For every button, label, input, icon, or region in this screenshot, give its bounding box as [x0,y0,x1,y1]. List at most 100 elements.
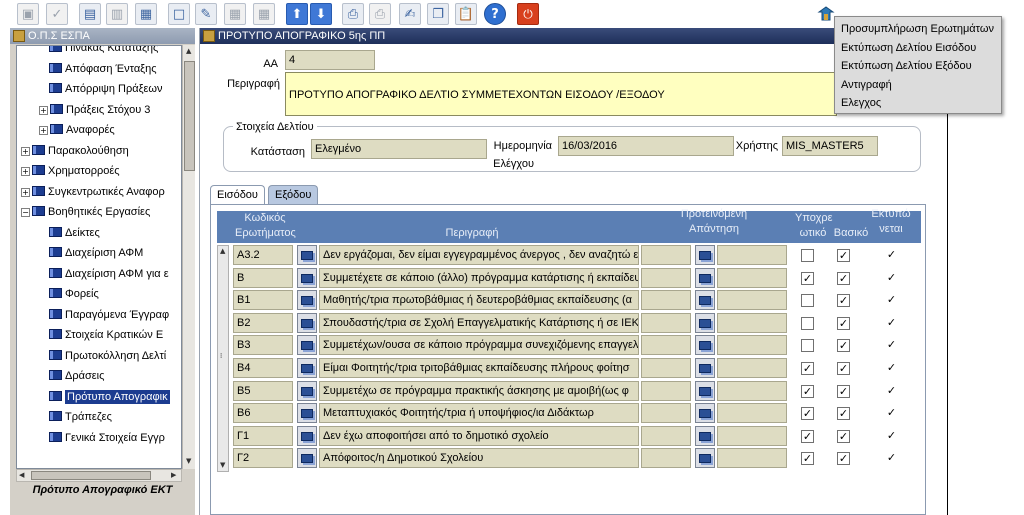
question-description-field[interactable]: Μαθητής/τρια πρωτοβάθμιας ή δευτεροβάθμι… [319,290,639,310]
lov-button[interactable] [297,426,317,446]
lov-button[interactable] [695,290,715,310]
proposed-answer-field[interactable] [717,290,787,310]
lov-button[interactable] [297,245,317,265]
nav-tree-item[interactable]: Πρότυπο Απογραφικ [49,387,170,407]
lov-button[interactable] [695,381,715,401]
lov-button[interactable] [297,313,317,333]
edit-document-icon[interactable]: ✍ [399,3,421,25]
question-code-field[interactable]: Β6 [233,403,293,423]
lov-button[interactable] [297,381,317,401]
question-description-field[interactable]: Δεν έχω αποφοιτήσει από το δημοτικό σχολ… [319,426,639,446]
nav-tree-item[interactable]: − Βοηθητικές Εργασίες [21,202,150,222]
nav-tree-item[interactable]: + Πράξεις Στόχου 3 [39,100,150,120]
printed-checkbox[interactable]: ✓ [885,452,898,465]
menu-item[interactable]: Εκτύπωση Δελτίου Εισόδου [841,39,976,57]
basic-checkbox[interactable]: ✓ [837,385,850,398]
question-description-extra-field[interactable] [641,381,691,401]
nav-tree-item[interactable]: Διαχείριση ΑΦΜ για ε [49,264,169,284]
printed-checkbox[interactable]: ✓ [885,430,898,443]
collapse-icon[interactable]: − [21,208,30,217]
question-description-extra-field[interactable] [641,290,691,310]
exit-icon[interactable]: ⏻ [517,3,539,25]
scroll-down-icon[interactable]: ▼ [220,461,225,469]
expand-icon[interactable]: + [21,187,30,197]
question-description-extra-field[interactable] [641,268,691,288]
mandatory-checkbox[interactable]: ✓ [801,385,814,398]
proposed-answer-field[interactable] [717,358,787,378]
delete-record-icon[interactable]: ▥ [106,3,128,25]
tools-icon[interactable] [816,4,836,24]
question-code-field[interactable]: Β2 [233,313,293,333]
question-description-field[interactable]: Συμμετέχετε σε κάποιο (άλλο) πρόγραμμα κ… [319,268,639,288]
duplicate-record-icon[interactable]: ▦ [135,3,157,25]
question-description-field[interactable]: Σπουδαστής/τρια σε Σχολή Επαγγελματικής … [319,313,639,333]
status-field[interactable]: Ελεγμένο [311,139,487,159]
lov-button[interactable] [297,268,317,288]
tab-exit[interactable]: Εξόδου [268,185,319,204]
print-icon[interactable]: ⎙ [342,3,364,25]
basic-checkbox[interactable]: ✓ [837,339,850,352]
nav-tree-item[interactable]: + Συγκεντρωτικές Αναφορ [21,182,165,202]
expand-icon[interactable]: + [21,146,30,156]
question-code-field[interactable]: Γ1 [233,426,293,446]
question-description-field[interactable]: Συμμετέχων/ουσα σε κάποιο πρόγραμμα συνε… [319,335,639,355]
question-description-field[interactable]: Είμαι Φοιτητής/τρια τριτοβάθμιας εκπαίδε… [319,358,639,378]
tab-entry[interactable]: Εισόδου [210,185,265,204]
lov-button[interactable] [297,335,317,355]
printed-checkbox[interactable]: ✓ [885,249,898,262]
question-code-field[interactable]: Β1 [233,290,293,310]
nav-tree-item[interactable]: Φορείς [49,284,99,304]
expand-icon[interactable]: + [39,105,48,115]
basic-checkbox[interactable]: ✓ [837,294,850,307]
proposed-answer-field[interactable] [717,426,787,446]
question-code-field[interactable]: Β4 [233,358,293,378]
nav-tree-item[interactable]: + Χρηματορροές [21,161,120,181]
proposed-answer-field[interactable] [717,335,787,355]
arrow-up-icon[interactable]: ⬆ [286,3,308,25]
lov-button[interactable] [695,426,715,446]
mandatory-checkbox[interactable] [801,249,814,262]
lov-button[interactable] [695,245,715,265]
edit-field-icon[interactable]: ✎ [195,3,217,25]
proposed-answer-field[interactable] [717,268,787,288]
question-description-extra-field[interactable] [641,335,691,355]
mandatory-checkbox[interactable]: ✓ [801,272,814,285]
nav-tree-item[interactable]: Γενικά Στοιχεία Εγγρ [49,428,165,448]
print-preview-icon[interactable]: ⎙ [369,3,391,25]
arrow-down-icon[interactable]: ⬇ [310,3,332,25]
new-document-icon[interactable]: □ [168,3,190,25]
basic-checkbox[interactable]: ✓ [837,452,850,465]
nav-tree-item[interactable]: + Παρακολούθηση [21,141,129,161]
printed-checkbox[interactable]: ✓ [885,272,898,285]
check-icon[interactable]: ✓ [46,3,68,25]
scroll-right-icon[interactable]: ▶ [171,471,176,479]
navigator-vertical-scrollbar[interactable]: ▲ ▼ [182,45,195,469]
lov-button[interactable] [297,290,317,310]
check-date-field[interactable]: 16/03/2016 [558,136,734,156]
nav-tree-item[interactable]: Στοιχεία Κρατικών Ε [49,325,163,345]
question-description-field[interactable]: Απόφοιτος/η Δημοτικού Σχολείου [319,448,639,468]
nav-tree-item[interactable]: + Αναφορές [39,120,115,140]
lov-button[interactable] [695,268,715,288]
basic-checkbox[interactable]: ✓ [837,317,850,330]
proposed-answer-field[interactable] [717,381,787,401]
lov-button[interactable] [695,335,715,355]
proposed-answer-field[interactable] [717,403,787,423]
lov-button[interactable] [695,358,715,378]
question-description-extra-field[interactable] [641,403,691,423]
nav-tree-item[interactable]: Απόρριψη Πράξεων [49,79,163,99]
printed-checkbox[interactable]: ✓ [885,339,898,352]
save-icon[interactable]: ▣ [17,3,39,25]
nav-tree-item[interactable]: Τράπεζες [49,407,112,427]
basic-checkbox[interactable]: ✓ [837,407,850,420]
mandatory-checkbox[interactable]: ✓ [801,430,814,443]
scroll-down-icon[interactable]: ▼ [186,457,191,465]
question-code-field[interactable]: Α3.2 [233,245,293,265]
menu-item[interactable]: Προσυμπλήρωση Ερωτημάτων [841,20,994,38]
question-description-field[interactable]: Συμμετέχω σε πρόγραμμα πρακτικής άσκησης… [319,381,639,401]
question-code-field[interactable]: Γ2 [233,448,293,468]
printed-checkbox[interactable]: ✓ [885,294,898,307]
mandatory-checkbox[interactable] [801,339,814,352]
expand-icon[interactable]: + [21,167,30,176]
nav-tree-item[interactable]: Απόφαση Ένταξης [49,59,157,79]
